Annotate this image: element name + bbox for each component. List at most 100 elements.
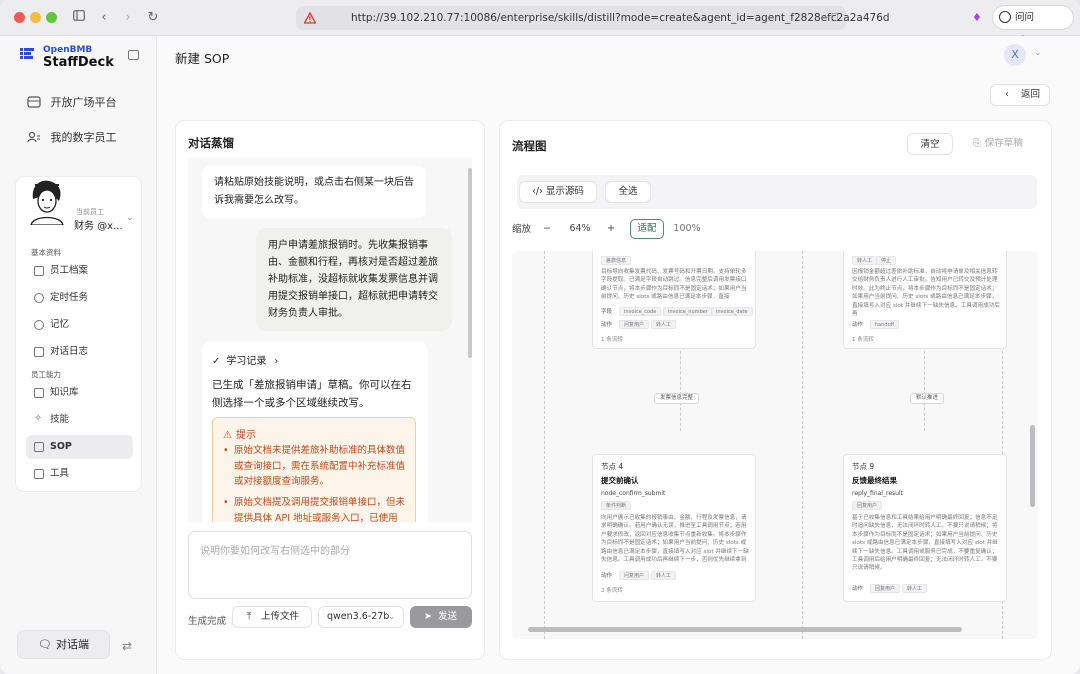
fit-view-button[interactable]: 适配 xyxy=(630,219,664,239)
bookmark-icon[interactable]: ⎕ xyxy=(831,6,838,30)
chatgpt-icon xyxy=(999,11,1011,23)
panel-title-distill: 对话蒸馏 xyxy=(188,136,234,150)
edge-label: 发票信息完整 xyxy=(654,393,700,404)
section-ability-label: 员工能力 xyxy=(31,370,61,379)
warning-tip-box: ⚠提示 原始文档未提供差旅补助标准的具体数值或查询接口，需在系统配置中补充标准值… xyxy=(212,417,416,522)
sparkle-icon: ✧ xyxy=(34,413,43,424)
section-basic-label: 基本资料 xyxy=(31,248,61,257)
staff-caption: 当前员工 xyxy=(76,208,104,216)
generation-status: 生成完成 xyxy=(188,616,227,627)
ask-chatgpt-button[interactable]: 问问 ChatGPT xyxy=(992,5,1074,46)
upload-file-button[interactable]: ⤒ 上传文件 xyxy=(232,606,312,628)
dialogue-distill-panel: 对话蒸馏 请粘贴原始技能说明，或点击右侧某一块后告诉我需要怎么改写。 用户申请差… xyxy=(175,120,485,660)
grid-icon xyxy=(27,96,41,108)
chevron-down-icon: ⌄ xyxy=(388,612,395,621)
back-button[interactable]: ‹ 返回 xyxy=(990,84,1050,106)
profile-icon xyxy=(34,266,44,276)
sidebar-toggle-icon[interactable] xyxy=(70,9,88,27)
memory-icon xyxy=(34,320,44,330)
nav-open-plaza[interactable]: 开放广场平台 xyxy=(27,94,117,110)
browser-toolbar: ‹ › ↻ http://39.102.210.77:10086/enterpr… xyxy=(0,0,1080,46)
assistant-result-card: ✓ 学习记录 › 已生成「差旅报销申请」草稿。你可以在右侧选择一个或多个区域继续改写… xyxy=(202,342,428,522)
zoom-in-button[interactable]: + xyxy=(600,219,622,239)
sidebar-item-sop[interactable]: SOP xyxy=(26,435,133,459)
canvas-horizontal-scrollbar[interactable] xyxy=(528,627,962,632)
send-button[interactable]: ➤ 发送 xyxy=(410,606,472,628)
rewrite-instruction-input[interactable]: 说明你要如何改写右侧选中的部分 xyxy=(188,531,472,599)
flow-node[interactable]: 节点 9 反馈最终结果 reply_final_result 回复用户 基于已收… xyxy=(843,454,1007,602)
sidebar-item-chat-logs[interactable]: 对话日志 xyxy=(26,340,133,364)
edge-label: 默认推进 xyxy=(910,393,945,404)
forward-icon[interactable]: › xyxy=(119,9,137,27)
flowchart-toolbar: ‹/› 显示源码 全选 xyxy=(517,175,1037,209)
user-avatar[interactable]: X xyxy=(1004,44,1026,66)
avatar xyxy=(25,177,69,225)
chat-client-button[interactable]: 🗨 对话端 xyxy=(17,630,110,659)
extension-icon[interactable]: ♦ xyxy=(972,11,982,24)
insecure-warning-icon xyxy=(304,12,316,24)
sidebar-item-memory[interactable]: 记忆 xyxy=(26,313,133,337)
chat-bubble-icon: 🗨 xyxy=(38,638,52,651)
back-icon[interactable]: ‹ xyxy=(95,9,113,27)
model-select[interactable]: qwen3.6-27b ⌄ xyxy=(318,606,404,628)
sidebar-item-profile[interactable]: 员工档案 xyxy=(26,259,133,283)
panel-title-flowchart: 流程图 xyxy=(512,139,547,153)
chevron-down-icon[interactable]: ⌄ xyxy=(126,213,134,223)
actual-size-button[interactable]: 100% xyxy=(668,219,706,239)
clear-button[interactable]: 清空 xyxy=(907,133,953,155)
main-content: 新建 SOP X ⌄ ‹ 返回 对话蒸馏 请粘贴原始技能说明，或点击右侧某一块后告… xyxy=(158,36,1080,674)
draft-summary: 已生成「差旅报销申请」草稿。你可以在右侧选择一个或多个区域继续改写。 xyxy=(212,379,412,409)
flow-node[interactable]: 差旅信息 目标导向收集发票代码、发票号码和开票日期。支持单轮多字段提取。已满足字… xyxy=(592,251,756,349)
tip-item: 原始文档未提供差旅补助标准的具体数值或查询接口，需在系统配置中补充标准值或对接额… xyxy=(223,443,411,490)
chevron-left-icon: ‹ xyxy=(1005,89,1009,100)
close-window-button[interactable] xyxy=(14,12,25,23)
users-icon xyxy=(27,131,40,143)
logo-text-top: OpenBMB xyxy=(43,45,93,55)
collapse-sidebar-icon[interactable] xyxy=(128,50,139,60)
zoom-value: 64% xyxy=(569,223,591,234)
assistant-message: 请粘贴原始技能说明，或点击右侧某一块后告诉我需要怎么改写。 xyxy=(202,166,426,218)
swap-icon[interactable]: ⇄ xyxy=(122,639,132,653)
show-source-button[interactable]: ‹/› 显示源码 xyxy=(519,181,597,203)
reload-icon[interactable]: ↻ xyxy=(144,9,162,27)
maximize-window-button[interactable] xyxy=(46,12,57,23)
chat-history[interactable]: 请粘贴原始技能说明，或点击右侧某一块后告诉我需要怎么改写。 用户申请差旅报销时。… xyxy=(188,158,472,522)
address-bar[interactable]: http://39.102.210.77:10086/enterprise/sk… xyxy=(296,6,890,30)
sidebar-item-knowledge-base[interactable]: 知识库 xyxy=(26,381,133,405)
send-icon: ➤ xyxy=(424,611,432,622)
tip-title: ⚠ 提示 xyxy=(223,430,256,441)
zoom-out-button[interactable]: − xyxy=(536,219,558,239)
flow-node[interactable]: 转人工 停止 因报销金额超过差旅补助标准，自动将申请单及相关信息转交给财务负责人… xyxy=(843,251,1007,349)
flow-node[interactable]: 节点 4 提交前确认 node_confirm_submit 条件判断 向用户展… xyxy=(592,454,756,602)
sidebar-item-skills[interactable]: ✧ 技能 xyxy=(26,408,133,432)
logo-text-bottom: StaffDeck xyxy=(43,55,114,70)
flowchart-canvas[interactable]: 差旅信息 目标导向收集发票代码、发票号码和开票日期。支持单轮多字段提取。已满足字… xyxy=(512,251,1038,639)
chevron-down-icon[interactable]: ⌄ xyxy=(1034,48,1042,58)
canvas-vertical-scrollbar[interactable] xyxy=(1030,425,1035,507)
minimize-window-button[interactable] xyxy=(30,12,41,23)
calendar-icon xyxy=(34,347,44,357)
staffdeck-logo-icon xyxy=(20,48,34,59)
save-icon: ⎘ xyxy=(973,138,981,149)
select-all-button[interactable]: 全选 xyxy=(605,181,651,203)
staff-name[interactable]: 财务 @x... xyxy=(74,217,123,232)
sidebar-item-scheduled-tasks[interactable]: 定时任务 xyxy=(26,286,133,310)
warning-icon: ⚠ xyxy=(223,430,232,441)
flowchart-panel: 流程图 清空 ⎘ 保存草稿 ‹/› 显示源码 全选 缩放 − 64% + 适配 10… xyxy=(499,120,1052,660)
code-icon: ‹/› xyxy=(532,186,543,197)
toolbox-icon xyxy=(34,469,44,479)
sidebar: OpenBMB StaffDeck 开放广场平台 我的数字员工 当前员工 财务 … xyxy=(0,36,157,674)
check-icon: ✓ xyxy=(212,356,221,367)
sidebar-item-tools[interactable]: 工具 xyxy=(26,462,133,486)
save-draft-button[interactable]: ⎘ 保存草稿 xyxy=(966,133,1030,155)
sop-icon xyxy=(34,442,44,452)
folder-icon xyxy=(34,388,44,398)
nav-my-digital-staff[interactable]: 我的数字员工 xyxy=(27,129,117,145)
upload-icon: ⤒ xyxy=(247,611,252,622)
page-title: 新建 SOP xyxy=(175,51,230,66)
clock-icon xyxy=(34,293,44,303)
staff-card: 当前员工 财务 @x... ⌄ 基本资料 员工档案 定时任务 记忆 对话日志 员… xyxy=(15,176,142,492)
learning-record-toggle[interactable]: ✓ 学习记录 › xyxy=(212,352,278,367)
chat-scrollbar[interactable] xyxy=(468,168,472,358)
zoom-label: 缩放 xyxy=(512,224,532,235)
